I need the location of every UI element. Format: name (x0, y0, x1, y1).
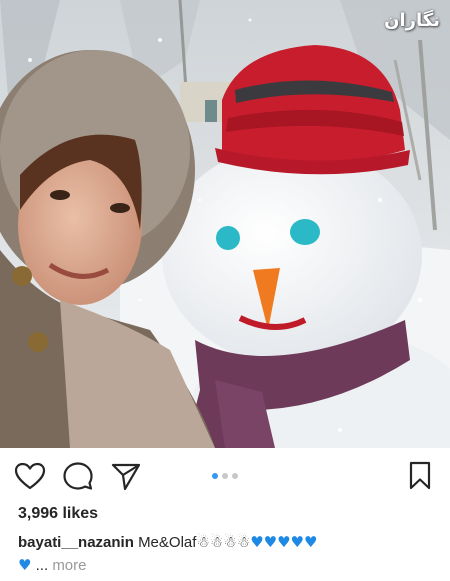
post-photo[interactable]: ﻧﮕﺎﺭﺍﻥ (0, 0, 450, 448)
blue-heart-emoji: ♥ (18, 556, 32, 574)
carousel-dot (222, 473, 228, 479)
carousel-dot-active (212, 473, 218, 479)
snowman-selfie-image (0, 0, 450, 448)
blue-heart-emojis: ♥♥♥♥♥ (250, 533, 318, 551)
post-caption: bayati__nazanin Me&Olaf☃☃☃☃♥♥♥♥♥ ♥ ... m… (18, 531, 438, 577)
likes-count[interactable]: 3,996 likes (18, 505, 98, 523)
instagram-post: ﻧﮕﺎﺭﺍﻥ 3,996 likes bayati__nazanin Me&Ol… (0, 0, 450, 581)
watermark-logo: ﻧﮕﺎﺭﺍﻥ (384, 10, 440, 31)
caption-username[interactable]: bayati__nazanin (18, 534, 134, 551)
more-link[interactable]: more (52, 557, 86, 574)
caption-text: Me&Olaf (138, 534, 197, 551)
caption-ellipsis: ... (35, 557, 49, 574)
snowman-emojis: ☃☃☃☃ (196, 533, 251, 551)
carousel-dot (232, 473, 238, 479)
carousel-indicator (0, 473, 450, 479)
